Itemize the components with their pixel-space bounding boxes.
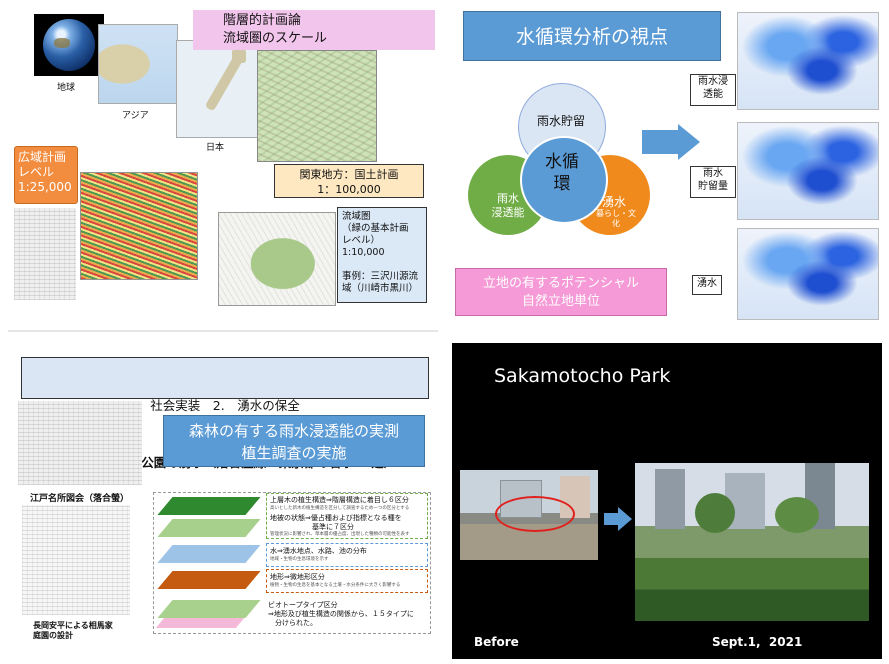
layer4-sub: 植物・生物の生息を基本となる土壌・水分条件に大きく影響する <box>270 583 401 588</box>
highlight-ellipse <box>495 496 575 532</box>
layer2-sub: 管理状況に影響され、草本層の優占度、出現した種類の可能性を表す <box>270 532 410 537</box>
edo-illustration <box>18 401 142 485</box>
old-land-use-map <box>14 208 76 300</box>
after-photo <box>635 463 869 621</box>
layer-biotope-2 <box>155 618 245 628</box>
basin-map <box>218 212 336 306</box>
circle-life-culture-label: 暮らし・文 化 <box>596 209 636 228</box>
edo-caption: 江戸名所図会（落合螢） <box>30 494 130 504</box>
before-label: Before <box>474 635 519 649</box>
spring-map <box>737 228 879 320</box>
arrow-right-icon <box>642 130 678 154</box>
layer2-title: 地被の状態⇒優占種および指標となる種を 基準に７区分 <box>270 514 402 531</box>
arrow-right-icon-head <box>618 507 632 531</box>
infiltration-label: 雨水浸 透能 <box>690 74 736 106</box>
after-label: Sept.1, 2021 <box>712 635 803 649</box>
arrow-right-icon-head <box>678 124 700 160</box>
layer3-title: 水⇒湧水地点、水路、池の分布 <box>270 547 367 555</box>
circle-spring-label: 湧水 <box>602 195 627 209</box>
arrow-right-icon <box>604 513 618 525</box>
panel-water-cycle: 水循環分析の視点 雨水貯留 雨水 浸透能 湧水 暮らし・文 化 水循 環 立地の… <box>452 0 889 330</box>
storage-map <box>737 122 879 220</box>
infiltration-map <box>737 12 879 110</box>
circle-rain-storage-label: 雨水貯留 <box>536 114 585 128</box>
layer1-title: 上層木の植生構造⇒階層構造に着目し６区分 <box>270 496 409 504</box>
basin-scale-box: 流域圏 （緑の基本計画 レベル） 1:10,000 事例：三沢川源流 域（川崎市… <box>337 207 427 303</box>
wide-area-scale-box: 広域計画 レベル 1:25,000 <box>14 146 78 204</box>
wide-area-map <box>80 172 198 280</box>
asia-label: アジア <box>122 111 149 121</box>
layer3-sub: 地域・生物の生息環境を示す <box>270 557 329 562</box>
panel-hierarchical-planning: 地球 アジア 日本 階層的計画論 流域圏のスケール 関東地方：国土計画 1：10… <box>0 0 445 330</box>
layer-water <box>157 545 261 563</box>
water-cycle-title: 水循環分析の視点 <box>463 11 721 61</box>
layer-green-light <box>157 519 261 537</box>
conservation-title: 社会実装 2. 湧水の保全 新宿区おとめ山公園の湧水（落合崖線 東京都の名水57… <box>21 357 429 470</box>
storage-label: 雨水 貯留量 <box>690 166 736 198</box>
earth-label: 地球 <box>57 83 76 93</box>
kanto-scale-box: 関東地方：国土計画 1：100,000 <box>274 164 424 198</box>
survey-blue-box: 森林の有する雨水浸透能の実測 植生調査の実施 <box>163 415 425 467</box>
panel-spring-conservation: 社会実装 2. 湧水の保全 新宿区おとめ山公園の湧水（落合崖線 東京都の名水57… <box>0 343 445 664</box>
garden-caption: 長岡安平による相馬家 庭園の設計 <box>33 621 113 640</box>
before-photo <box>460 470 598 560</box>
spring-label: 湧水 <box>692 275 722 295</box>
title-banner: 階層的計画論 流域圏のスケール <box>193 10 435 50</box>
divider-horizontal <box>8 330 438 332</box>
garden-plan-drawing <box>22 505 130 615</box>
layer-green-dark <box>157 497 261 515</box>
circle-water-cycle-center-label: 水循 環 <box>545 152 579 194</box>
layer1-sub: 高いとした新木の植生構造を区分して調査するため一つの区分とする <box>270 506 410 511</box>
potential-box: 立地の有するポテンシャル 自然立地単位 <box>455 268 667 316</box>
layer5-title: ビオトープタイプ区分 ⇒地形及び植生構造の関係から、１５タイプに 分けられた。 <box>268 601 414 627</box>
panel-sakamotocho-park: Sakamotocho Park Before Sept.1, 2021 <box>452 343 882 659</box>
layer4-title: 地形⇒微地形区分 <box>270 573 325 581</box>
layer-biotope <box>157 600 261 618</box>
layer-terrain <box>157 571 261 589</box>
asia-map <box>98 24 178 104</box>
park-title: Sakamotocho Park <box>494 365 671 387</box>
kanto-relief-map <box>257 50 377 162</box>
japan-label: 日本 <box>206 143 225 153</box>
earth-image <box>34 14 104 76</box>
